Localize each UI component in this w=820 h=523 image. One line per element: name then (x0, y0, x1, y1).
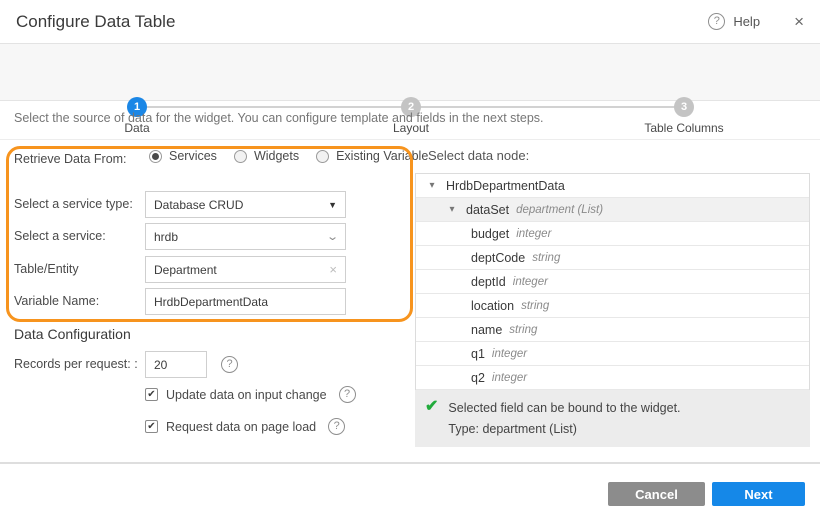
dialog-header: Configure Data Table ? Help × (0, 0, 820, 44)
clear-field-icon[interactable]: × (329, 262, 337, 277)
dialog-title: Configure Data Table (16, 12, 175, 32)
binding-message-line2: Type: department (List) (448, 419, 680, 440)
radio-existing-variable[interactable]: Existing Variable (316, 149, 428, 163)
help-icon[interactable]: ? (708, 13, 725, 30)
update-data-checkbox-label: Update data on input change (166, 388, 327, 402)
footer-divider (0, 462, 820, 464)
table-entity-input[interactable] (154, 263, 329, 277)
radio-services-label: Services (169, 149, 217, 163)
records-per-request-label: Records per request: : (14, 357, 138, 371)
request-data-checkbox-label: Request data on page load (166, 420, 316, 434)
tree-row-type: string (521, 300, 549, 312)
tree-row-label: deptId (471, 275, 506, 289)
tree-row-q1[interactable]: q1 integer (416, 342, 809, 366)
records-help-icon[interactable]: ? (221, 356, 238, 373)
close-icon[interactable]: × (794, 13, 804, 30)
radio-widgets[interactable]: Widgets (234, 149, 299, 163)
tree-row-type: integer (492, 348, 527, 360)
radio-widgets-label: Widgets (254, 149, 299, 163)
tree-row-label: budget (471, 227, 509, 241)
select-data-node-heading: Select data node: (428, 148, 529, 163)
tree-row-q2[interactable]: q2 integer (416, 366, 809, 390)
table-entity-label: Table/Entity (14, 262, 79, 276)
wizard-stepper: 1 Data 2 Layout 3 Table Columns (0, 44, 820, 101)
chevron-down-icon[interactable]: ⌄ (326, 230, 339, 243)
tree-row-label: q1 (471, 347, 485, 361)
step-3-circle[interactable]: 3 (674, 97, 694, 117)
records-per-request-field[interactable] (145, 351, 207, 378)
request-data-help-icon[interactable]: ? (328, 418, 345, 435)
binding-message-line1: Selected field can be bound to the widge… (448, 398, 680, 419)
service-select[interactable]: hrdb ⌄ (145, 223, 346, 250)
radio-services-icon[interactable] (149, 150, 162, 163)
tree-row-type: string (509, 324, 537, 336)
variable-name-field[interactable] (145, 288, 346, 315)
update-data-checkbox[interactable]: ✔ (145, 388, 158, 401)
service-label: Select a service: (14, 229, 106, 243)
radio-existing-variable-icon[interactable] (316, 150, 329, 163)
tree-row-label: name (471, 323, 502, 337)
tree-row-dataset[interactable]: ▾ dataSet department (List) (416, 198, 809, 222)
radio-widgets-icon[interactable] (234, 150, 247, 163)
variable-name-label: Variable Name: (14, 294, 99, 308)
tree-row-deptcode[interactable]: deptCode string (416, 246, 809, 270)
variable-name-input[interactable] (154, 295, 337, 309)
expander-icon[interactable]: ▾ (426, 180, 438, 191)
radio-services[interactable]: Services (149, 149, 217, 163)
tree-row-root[interactable]: ▾ HrdbDepartmentData (416, 174, 809, 198)
tree-row-label: HrdbDepartmentData (446, 179, 565, 193)
help-link[interactable]: Help (733, 14, 760, 29)
tree-row-label: q2 (471, 371, 485, 385)
retrieve-data-from-radio-group: Services Widgets Existing Variable (149, 149, 428, 163)
instruction-text: Select the source of data for the widget… (14, 111, 544, 125)
service-type-value: Database CRUD (154, 198, 243, 212)
binding-status-message: ✔ Selected field can be bound to the wid… (415, 390, 810, 447)
tree-row-deptid[interactable]: deptId integer (416, 270, 809, 294)
success-check-icon: ✔ (425, 398, 438, 440)
update-data-checkbox-row[interactable]: ✔ Update data on input change ? (145, 386, 356, 403)
data-node-tree: ▾ HrdbDepartmentData ▾ dataSet departmen… (415, 173, 810, 390)
tree-row-budget[interactable]: budget integer (416, 222, 809, 246)
tree-row-type: department (List) (516, 204, 603, 216)
tree-row-type: integer (513, 276, 548, 288)
tree-row-label: dataSet (466, 203, 509, 217)
service-value: hrdb (154, 230, 178, 244)
cancel-button[interactable]: Cancel (608, 482, 705, 506)
step-3-label[interactable]: Table Columns (644, 121, 723, 135)
next-button[interactable]: Next (712, 482, 805, 506)
service-type-label: Select a service type: (14, 197, 133, 211)
retrieve-data-from-label: Retrieve Data From: (14, 152, 127, 166)
tree-row-label: location (471, 299, 514, 313)
tree-row-label: deptCode (471, 251, 525, 265)
tree-row-type: integer (516, 228, 551, 240)
tree-row-type: integer (492, 372, 527, 384)
tree-row-name[interactable]: name string (416, 318, 809, 342)
dropdown-caret-icon[interactable]: ▼ (328, 200, 337, 210)
table-entity-field[interactable]: × (145, 256, 346, 283)
request-data-checkbox-row[interactable]: ✔ Request data on page load ? (145, 418, 345, 435)
configure-data-table-dialog: Configure Data Table ? Help × 1 Data 2 L… (0, 0, 820, 523)
request-data-checkbox[interactable]: ✔ (145, 420, 158, 433)
tree-row-type: string (532, 252, 560, 264)
expander-icon[interactable]: ▾ (446, 204, 458, 215)
records-per-request-input[interactable] (154, 358, 198, 372)
service-type-select[interactable]: Database CRUD ▼ (145, 191, 346, 218)
tree-row-location[interactable]: location string (416, 294, 809, 318)
data-configuration-heading: Data Configuration (14, 326, 131, 342)
update-data-help-icon[interactable]: ? (339, 386, 356, 403)
section-divider (0, 139, 820, 140)
radio-existing-variable-label: Existing Variable (336, 149, 428, 163)
